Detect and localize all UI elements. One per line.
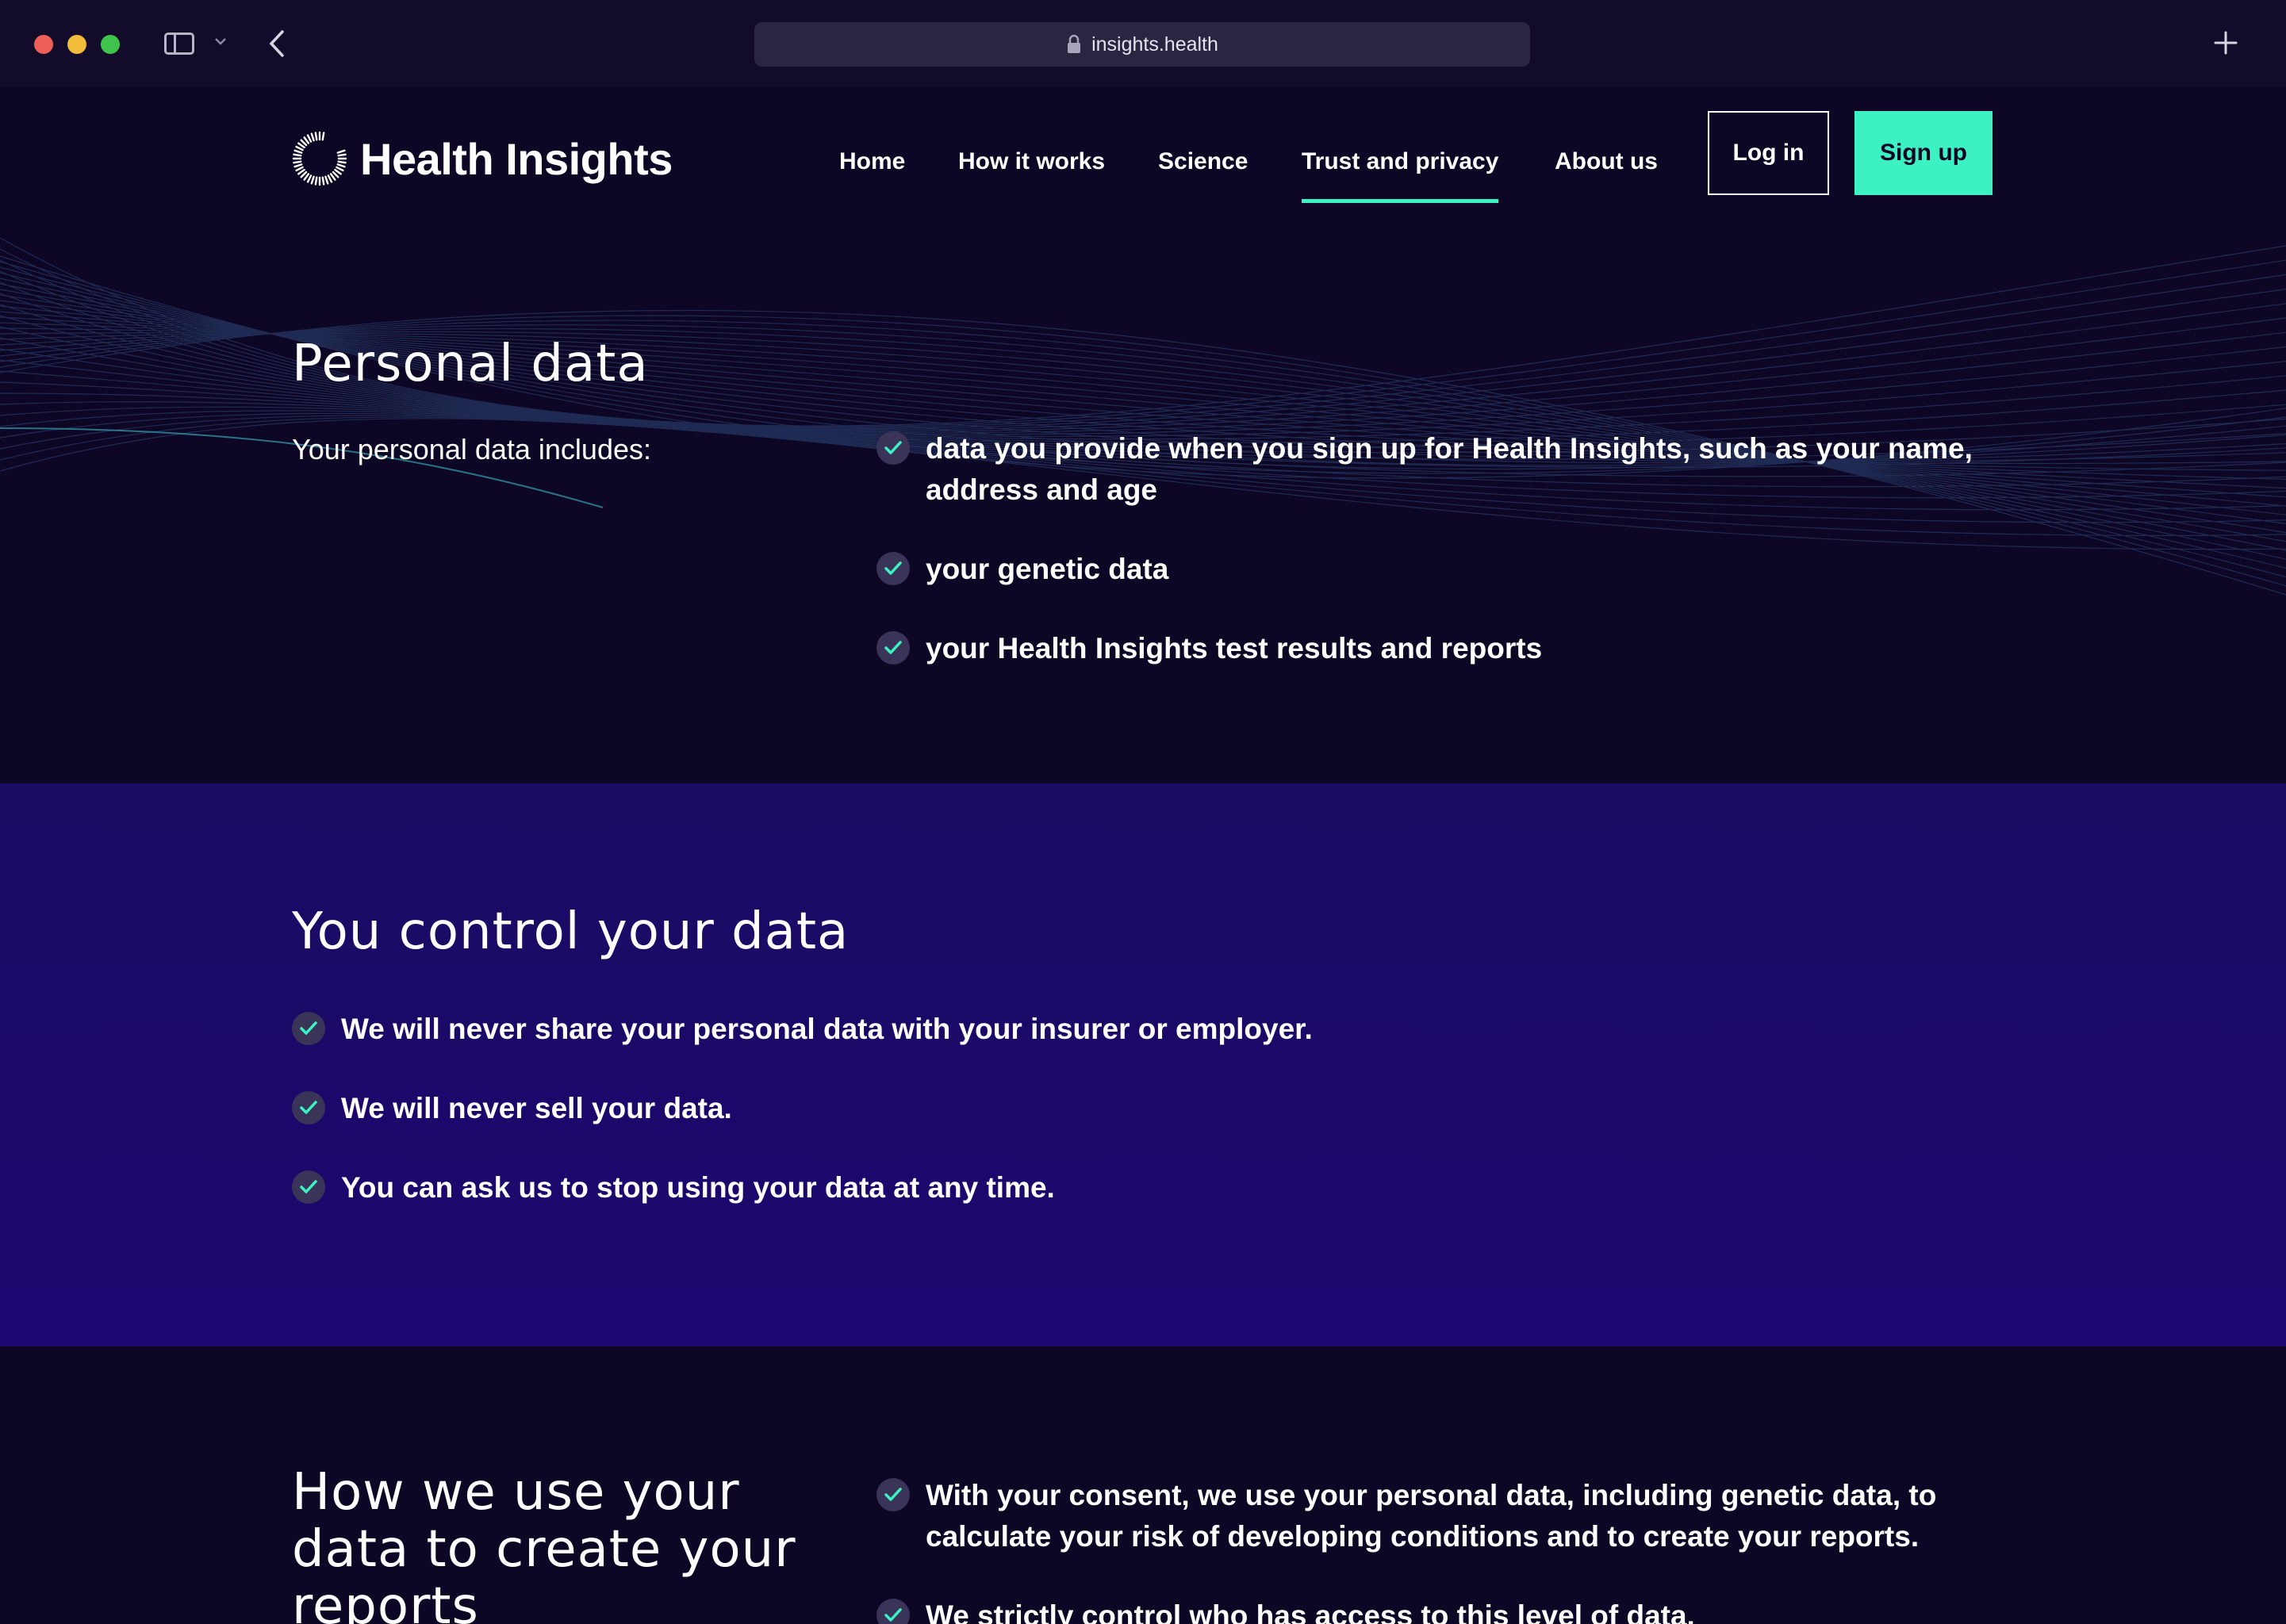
list-item-text: You can ask us to stop using your data a… [341, 1171, 1055, 1204]
personal-data-section: Health Insights Home How it works Scienc… [0, 87, 2286, 783]
zoom-window-button[interactable] [101, 35, 120, 54]
nav-home[interactable]: Home [839, 125, 905, 198]
check-icon [876, 431, 910, 465]
check-icon [292, 1012, 325, 1045]
browser-toolbar: insights.health [0, 0, 2286, 87]
list-item-text: We will never share your personal data w… [341, 1013, 1313, 1045]
list-item: your Health Insights test results and re… [876, 628, 2003, 669]
nav-trust-and-privacy[interactable]: Trust and privacy [1302, 125, 1499, 203]
address-text: insights.health [1091, 33, 1218, 56]
check-icon [876, 631, 910, 665]
sidebar-icon[interactable] [164, 33, 194, 55]
list-item: data you provide when you sign up for He… [876, 428, 2003, 511]
address-bar[interactable]: insights.health [754, 22, 1530, 67]
personal-data-list: data you provide when you sign up for He… [876, 428, 2003, 669]
control-title: You control your data [292, 902, 850, 961]
control-list: We will never share your personal data w… [292, 1009, 1958, 1208]
list-item-text: We will never sell your data. [341, 1092, 732, 1124]
list-item: You can ask us to stop using your data a… [292, 1167, 1958, 1208]
nav-science[interactable]: Science [1158, 125, 1248, 198]
check-icon [876, 1599, 910, 1624]
usage-list: With your consent, we use your personal … [876, 1475, 2003, 1624]
plus-icon[interactable] [2213, 30, 2238, 56]
chevron-down-icon[interactable] [213, 32, 228, 51]
list-item-text: your genetic data [926, 553, 1169, 585]
list-item: We will never sell your data. [292, 1088, 1958, 1129]
signup-button[interactable]: Sign up [1854, 111, 1993, 195]
check-icon [876, 552, 910, 585]
nav-how-it-works[interactable]: How it works [958, 125, 1105, 198]
brand-logo[interactable]: Health Insights [292, 127, 673, 190]
brand-name: Health Insights [360, 133, 673, 184]
data-usage-section: How we use your data to create your repo… [0, 1346, 2286, 1624]
personal-data-title: Personal data [292, 335, 649, 393]
usage-title: How we use your data to create your repo… [292, 1463, 796, 1624]
check-icon [876, 1478, 910, 1511]
logo-ring-icon [292, 131, 347, 186]
back-arrow-icon[interactable] [267, 29, 287, 59]
close-window-button[interactable] [34, 35, 53, 54]
list-item-text: We strictly control who has access to th… [926, 1599, 1695, 1624]
login-button[interactable]: Log in [1708, 111, 1829, 195]
list-item-text: data you provide when you sign up for He… [926, 432, 1973, 506]
list-item: We strictly control who has access to th… [876, 1595, 2003, 1624]
list-item-text: your Health Insights test results and re… [926, 632, 1543, 665]
list-item-text: With your consent, we use your personal … [926, 1479, 1937, 1553]
lock-icon [1068, 34, 1081, 53]
personal-data-lead: Your personal data includes: [292, 433, 651, 465]
control-data-section: You control your data We will never shar… [0, 783, 2286, 1346]
minimize-window-button[interactable] [67, 35, 86, 54]
check-icon [292, 1170, 325, 1204]
list-item: With your consent, we use your personal … [876, 1475, 2003, 1557]
list-item: your genetic data [876, 549, 2003, 590]
check-icon [292, 1091, 325, 1124]
list-item: We will never share your personal data w… [292, 1009, 1958, 1050]
nav-about-us[interactable]: About us [1555, 125, 1658, 198]
